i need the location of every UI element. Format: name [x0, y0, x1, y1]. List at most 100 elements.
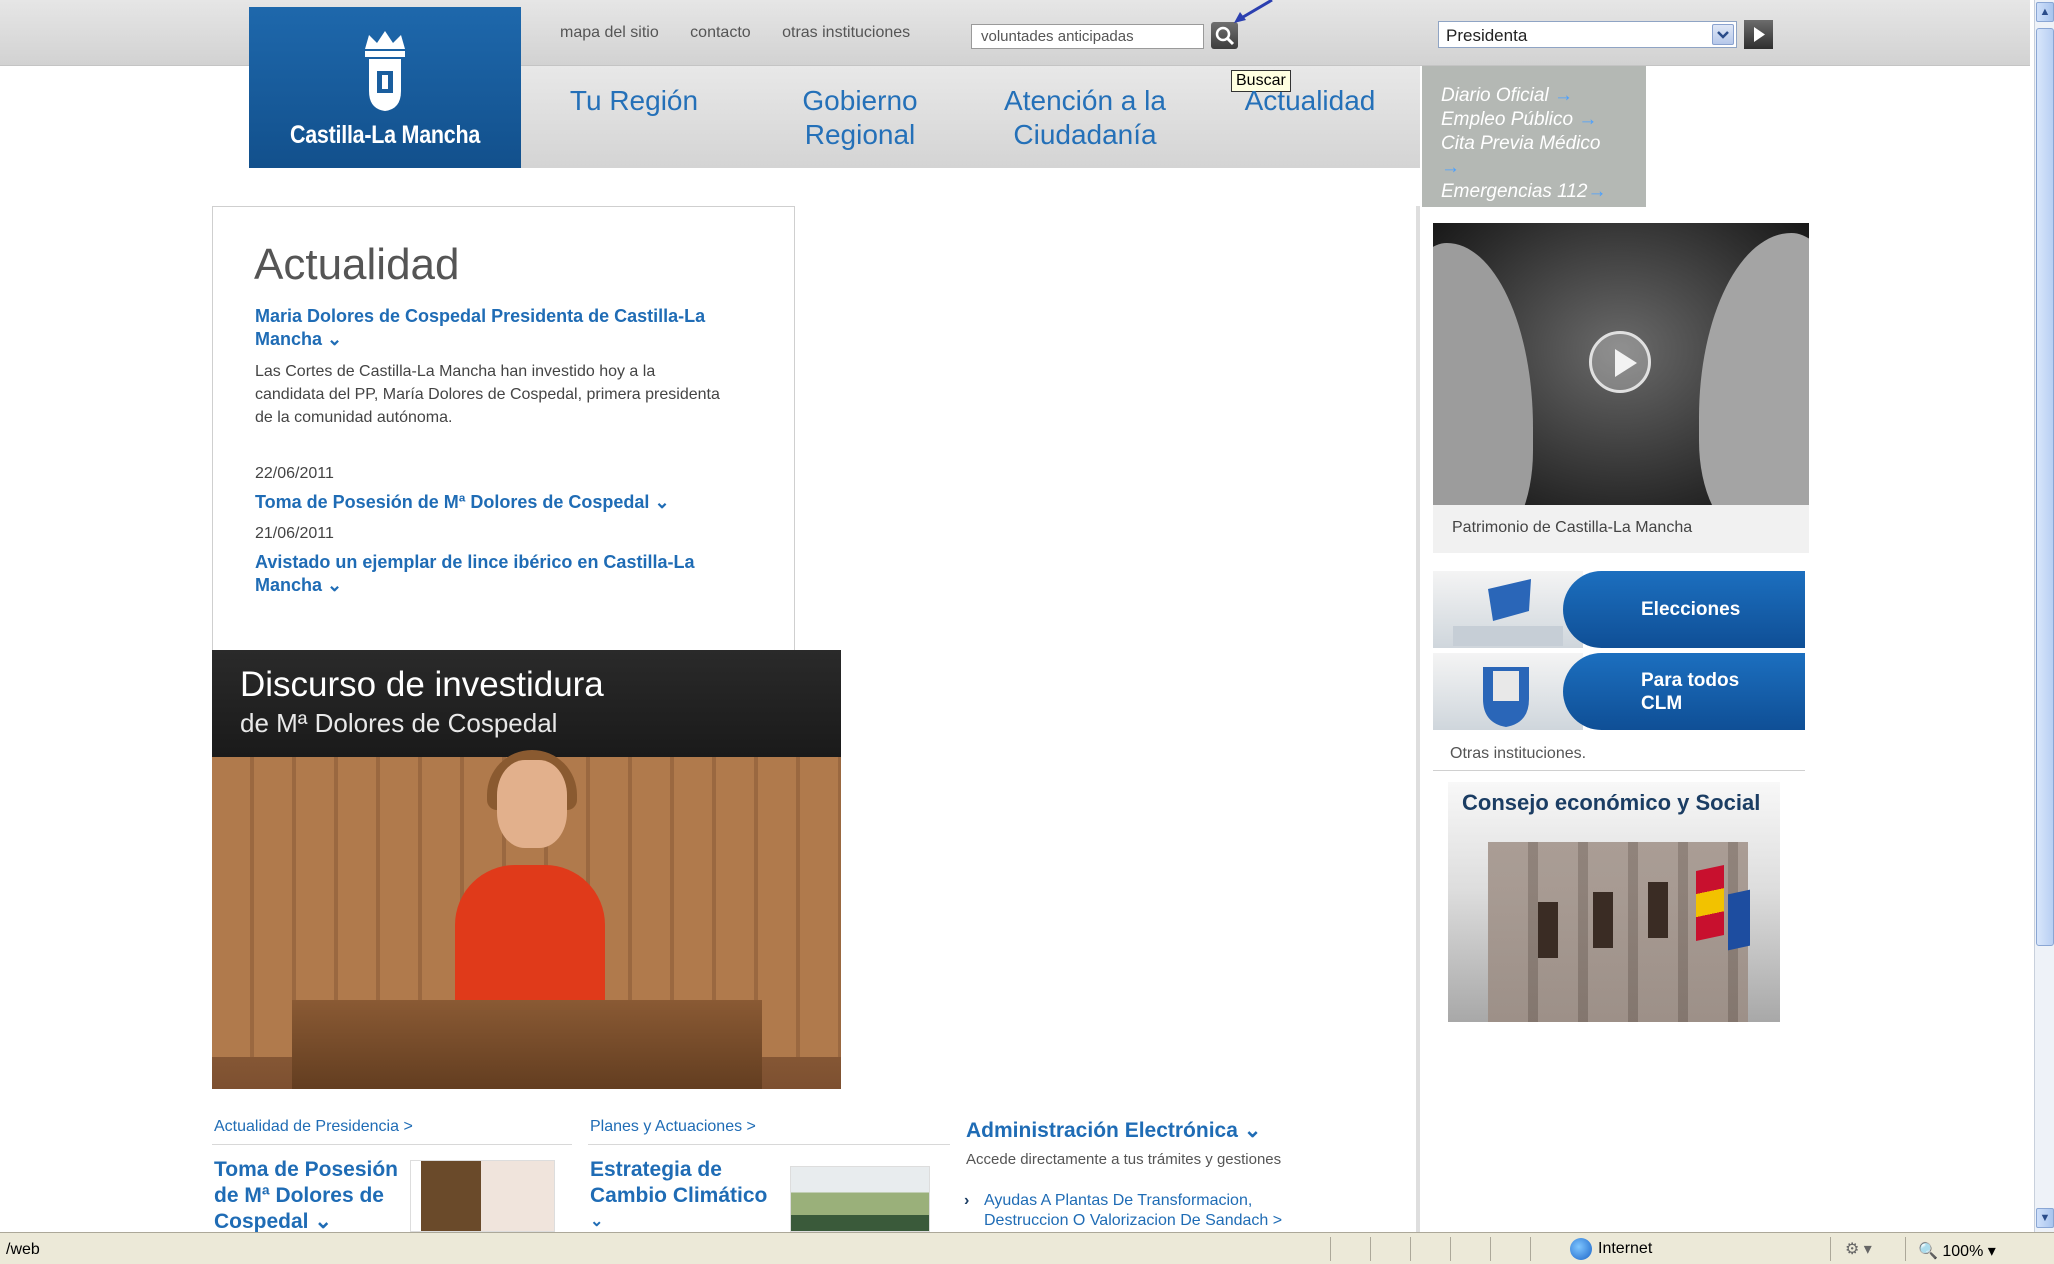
- quick-link-label: Cita Previa Médico: [1441, 133, 1601, 154]
- go-button[interactable]: [1744, 20, 1773, 49]
- arrow-right-icon: →: [1578, 109, 1598, 130]
- investiture-banner[interactable]: Discurso de investidura de Mª Dolores de…: [212, 650, 841, 1089]
- scroll-up-icon[interactable]: ▲: [2036, 2, 2054, 22]
- e-administration-link[interactable]: Administración Electrónica ⌄: [966, 1118, 1261, 1143]
- speaker-head: [497, 760, 567, 848]
- divider: [1370, 1237, 1371, 1261]
- nav-label: Ciudadanía: [1013, 119, 1157, 150]
- admin-item-line: Destruccion O Valorizacion De Sandach >: [984, 1212, 1283, 1229]
- climate-thumbnail[interactable]: [790, 1166, 930, 1232]
- site-map-link[interactable]: mapa del sitio: [560, 24, 659, 41]
- logo-text: Castilla-La Mancha: [289, 121, 481, 149]
- elections-banner[interactable]: Elecciones: [1433, 571, 1805, 648]
- quick-link-emergencias[interactable]: Emergencias 112→: [1441, 180, 1646, 204]
- chevron-down-icon: ⌄: [314, 1210, 332, 1233]
- news-headline: Mancha: [255, 575, 323, 595]
- zone-label: Internet: [1598, 1240, 1653, 1258]
- scroll-thumb[interactable]: [2036, 28, 2054, 946]
- nav-tu-region[interactable]: Tu Región: [556, 84, 712, 118]
- presidency-news-header[interactable]: Actualidad de Presidencia >: [214, 1118, 413, 1136]
- heritage-video[interactable]: [1433, 223, 1809, 505]
- flag-spain: [1696, 865, 1724, 941]
- chevron-down-icon: ⌄: [327, 575, 343, 595]
- arrow-right-icon: →: [1587, 181, 1607, 202]
- podium: [292, 1000, 762, 1089]
- divider: [1830, 1237, 1831, 1261]
- play-icon[interactable]: [1589, 331, 1651, 393]
- para-todos-clm-banner[interactable]: Para todos CLM: [1433, 653, 1805, 730]
- consejo-title: Consejo económico y Social: [1462, 790, 1761, 815]
- e-administration-title: Administración Electrónica: [966, 1119, 1238, 1142]
- news-link-lince[interactable]: Avistado un ejemplar de lince ibérico en…: [255, 551, 694, 597]
- bottom-news-link[interactable]: Toma de Posesión de Mª Dolores de Cosped…: [214, 1157, 398, 1235]
- search-button[interactable]: [1211, 22, 1238, 49]
- e-administration-item[interactable]: › Ayudas A Plantas De Transformacion, De…: [964, 1191, 1283, 1231]
- quick-link-empleo-publico[interactable]: Empleo Público →: [1441, 108, 1646, 132]
- divider: [1410, 1237, 1411, 1261]
- nav-gobierno-regional[interactable]: Gobierno Regional: [770, 84, 950, 152]
- nav-atencion-ciudadania[interactable]: Atención a la Ciudadanía: [985, 84, 1185, 152]
- flag-eu: [1728, 889, 1750, 951]
- protected-mode-icon[interactable]: ⚙ ▾: [1845, 1239, 1872, 1259]
- chevron-down-icon: ⌄: [1243, 1119, 1262, 1142]
- nav-actualidad[interactable]: Actualidad: [1230, 84, 1390, 118]
- column-divider: [1416, 206, 1420, 1232]
- contact-link[interactable]: contacto: [690, 24, 750, 41]
- promo-label-line: Para todos: [1641, 670, 1740, 691]
- site-logo[interactable]: Castilla-La Mancha: [249, 7, 521, 168]
- ballot-graphic: [1433, 571, 1583, 648]
- other-institutions-link[interactable]: otras instituciones: [782, 24, 910, 41]
- consejo-economico-banner[interactable]: Consejo económico y Social: [1448, 782, 1780, 1022]
- promo-label-line: CLM: [1641, 693, 1683, 714]
- play-arrow-icon: [1754, 27, 1765, 42]
- lead-news-link[interactable]: Maria Dolores de Cospedal Presidenta de …: [255, 305, 705, 351]
- quick-link-label: Diario Oficial: [1441, 85, 1549, 106]
- nav-label: Regional: [804, 119, 916, 150]
- chevron-down-icon: ⌄: [327, 329, 343, 349]
- divider: [1450, 1237, 1451, 1261]
- security-zone: Internet: [1570, 1238, 1652, 1260]
- chevron-down-icon[interactable]: [1712, 24, 1734, 45]
- browser-status-bar: /web Internet ⚙ ▾ 🔍 100% ▾: [0, 1232, 2054, 1264]
- search-input[interactable]: [971, 24, 1204, 49]
- utility-links: mapa del sitio contacto otras institucio…: [560, 24, 937, 42]
- banner-title: Discurso de investidura: [240, 665, 604, 704]
- other-institutions-heading: Otras instituciones.: [1450, 745, 1587, 762]
- body-line: Las Cortes de Castilla-La Mancha han inv…: [255, 363, 656, 380]
- news-date: 22/06/2011: [255, 465, 334, 482]
- video-still: [1699, 233, 1809, 505]
- climate-strategy-link[interactable]: Estrategia de Cambio Climático ⌄: [590, 1157, 767, 1235]
- bottom-news-line: Estrategia de: [590, 1158, 722, 1181]
- chevron-right-icon: ›: [964, 1192, 970, 1209]
- mouse-cursor-icon: [1234, 0, 1273, 23]
- status-url: /web: [6, 1241, 40, 1258]
- vertical-scrollbar[interactable]: ▲ ▼: [2034, 0, 2054, 1232]
- clm-shield-graphic: [1433, 653, 1583, 730]
- body-line: candidata del PP, María Dolores de Cospe…: [255, 386, 720, 403]
- para-todos-label: Para todos CLM: [1641, 669, 1739, 715]
- arrow-right-icon: →: [1553, 85, 1573, 106]
- divider: [1490, 1237, 1491, 1261]
- quick-link-cita-previa[interactable]: Cita Previa Médico →: [1441, 132, 1646, 180]
- body-line: de la comunidad autónoma.: [255, 409, 453, 426]
- quick-link-diario-oficial[interactable]: Diario Oficial →: [1441, 84, 1646, 108]
- news-headline: Avistado un ejemplar de lince ibérico en…: [255, 552, 695, 572]
- section-select[interactable]: Presidenta: [1438, 21, 1737, 48]
- video-caption: Patrimonio de Castilla-La Mancha: [1433, 505, 1809, 553]
- news-thumbnail[interactable]: [410, 1160, 555, 1232]
- scroll-down-icon[interactable]: ▼: [2036, 1208, 2054, 1228]
- lead-news-body: Las Cortes de Castilla-La Mancha han inv…: [255, 360, 720, 429]
- video-still: [1433, 243, 1533, 505]
- news-date: 21/06/2011: [255, 525, 334, 542]
- divider: [588, 1144, 950, 1145]
- window: [1648, 882, 1668, 938]
- nav-label: Tu Región: [569, 85, 699, 116]
- plans-header[interactable]: Planes y Actuaciones >: [590, 1118, 756, 1136]
- zoom-control[interactable]: 🔍 100% ▾: [1918, 1241, 1996, 1261]
- divider: [1905, 1237, 1906, 1261]
- nav-label: Actualidad: [1244, 85, 1376, 116]
- admin-item-line: Ayudas A Plantas De Transformacion,: [984, 1192, 1253, 1209]
- nav-label: Gobierno: [802, 85, 918, 116]
- news-link-toma-posesion[interactable]: Toma de Posesión de Mª Dolores de Cosped…: [255, 491, 670, 514]
- bottom-news-line: de Mª Dolores de: [214, 1184, 384, 1207]
